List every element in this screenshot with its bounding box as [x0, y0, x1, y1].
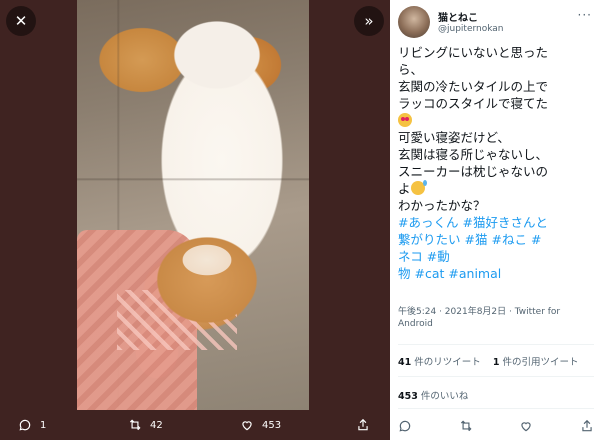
- retweet-icon[interactable]: [459, 419, 473, 433]
- hashtag-link[interactable]: ネコ: [398, 249, 423, 264]
- tweet-text-line: ら、: [398, 62, 424, 77]
- viewer-action-bar: 1 42 453: [0, 410, 390, 440]
- likes-link[interactable]: 453 件のいいね: [398, 388, 468, 402]
- quotes-count: 1: [492, 357, 500, 368]
- hashtag-link[interactable]: #猫: [465, 232, 488, 247]
- tweet-timestamp[interactable]: 午後5:24 · 2021年8月2日 · Twitter for Android: [398, 306, 594, 330]
- hashtag-link[interactable]: 物: [398, 266, 411, 281]
- divider: [398, 376, 594, 377]
- tweet-actions: [398, 416, 594, 436]
- media-viewer: ✕ » 1 42 453: [0, 0, 390, 440]
- viewer-reply-button[interactable]: 1: [18, 418, 46, 432]
- tweet-text-line: リビングにいないと思った: [398, 45, 549, 60]
- viewer-like-count: 453: [262, 419, 282, 431]
- viewer-share-button[interactable]: [356, 418, 370, 432]
- tweet-text-line: 可愛い寝姿だけど、: [398, 130, 510, 145]
- toggle-panel-button[interactable]: »: [354, 6, 384, 36]
- divider: [398, 408, 594, 409]
- hashtag-link[interactable]: #cat: [415, 266, 445, 281]
- viewer-like-button[interactable]: 453: [240, 418, 281, 432]
- heart-icon[interactable]: [519, 419, 533, 433]
- cat-face: [147, 220, 267, 330]
- tweet-text-line: ラッコのスタイルで寝てた: [398, 96, 549, 111]
- retweet-icon: [129, 419, 141, 431]
- share-icon[interactable]: [580, 419, 594, 433]
- retweets-count: 41: [398, 357, 412, 368]
- reply-icon[interactable]: [398, 419, 412, 433]
- tweet-text-yo: よ: [398, 181, 411, 196]
- hashtag-link[interactable]: #猫好きさんと: [462, 215, 547, 230]
- close-icon: ✕: [14, 12, 28, 30]
- viewer-retweet-button[interactable]: 42: [128, 418, 163, 432]
- divider: [398, 344, 594, 345]
- viewer-retweet-count: 42: [150, 419, 163, 431]
- tweet-panel: 猫とねこ @jupiternokan ··· リビングにいないと思った ら、 玄…: [390, 0, 600, 440]
- retweets-link[interactable]: 41 件のリツイート: [398, 357, 481, 368]
- sweat-smile-emoji-icon: [410, 180, 427, 195]
- tweet-text-line: 玄関の冷たいタイルの上で: [398, 79, 549, 94]
- quotes-label: 件の引用ツイート: [502, 357, 579, 368]
- hashtag-link[interactable]: #動: [427, 249, 450, 264]
- tweet-text: リビングにいないと思った ら、 玄関の冷たいタイルの上で ラッコのスタイルで寝て…: [398, 44, 594, 282]
- hashtag-link[interactable]: #ねこ: [491, 232, 526, 247]
- tweet-text-line: 玄関は寝る所じゃないし、: [398, 147, 549, 162]
- avatar[interactable]: [398, 6, 430, 38]
- retweets-label: 件のリツイート: [414, 357, 481, 368]
- retweet-quote-stats: 41 件のリツイート 1 件の引用ツイート: [398, 354, 579, 368]
- viewer-reply-count: 1: [40, 419, 47, 431]
- quotes-link[interactable]: 1 件の引用ツイート: [493, 357, 579, 368]
- expand-panel-icon: »: [364, 12, 374, 30]
- hashtag-link[interactable]: #あっくん: [398, 215, 458, 230]
- more-options-icon[interactable]: ···: [578, 8, 592, 22]
- likes-count: 453: [398, 391, 418, 402]
- likes-label: 件のいいね: [420, 391, 469, 402]
- heart-eyes-emoji-icon: [398, 113, 412, 127]
- tweet-text-line: わかったかな？: [398, 198, 486, 213]
- user-name[interactable]: 猫とねこ: [438, 9, 478, 24]
- hashtag-link[interactable]: 繋がりたい: [398, 232, 461, 247]
- heart-icon: [242, 421, 252, 431]
- share-icon: [358, 418, 368, 431]
- tweet-header: 猫とねこ @jupiternokan ···: [398, 6, 594, 40]
- tweet-photo[interactable]: [77, 0, 309, 410]
- user-handle[interactable]: @jupiternokan: [438, 24, 504, 34]
- tweet-text-line: スニーカーは枕じゃないの: [398, 164, 549, 179]
- hashtag-link[interactable]: #animal: [448, 266, 501, 281]
- reply-icon: [19, 419, 31, 431]
- hashtag-link[interactable]: #: [531, 232, 541, 247]
- close-viewer-button[interactable]: ✕: [6, 6, 36, 36]
